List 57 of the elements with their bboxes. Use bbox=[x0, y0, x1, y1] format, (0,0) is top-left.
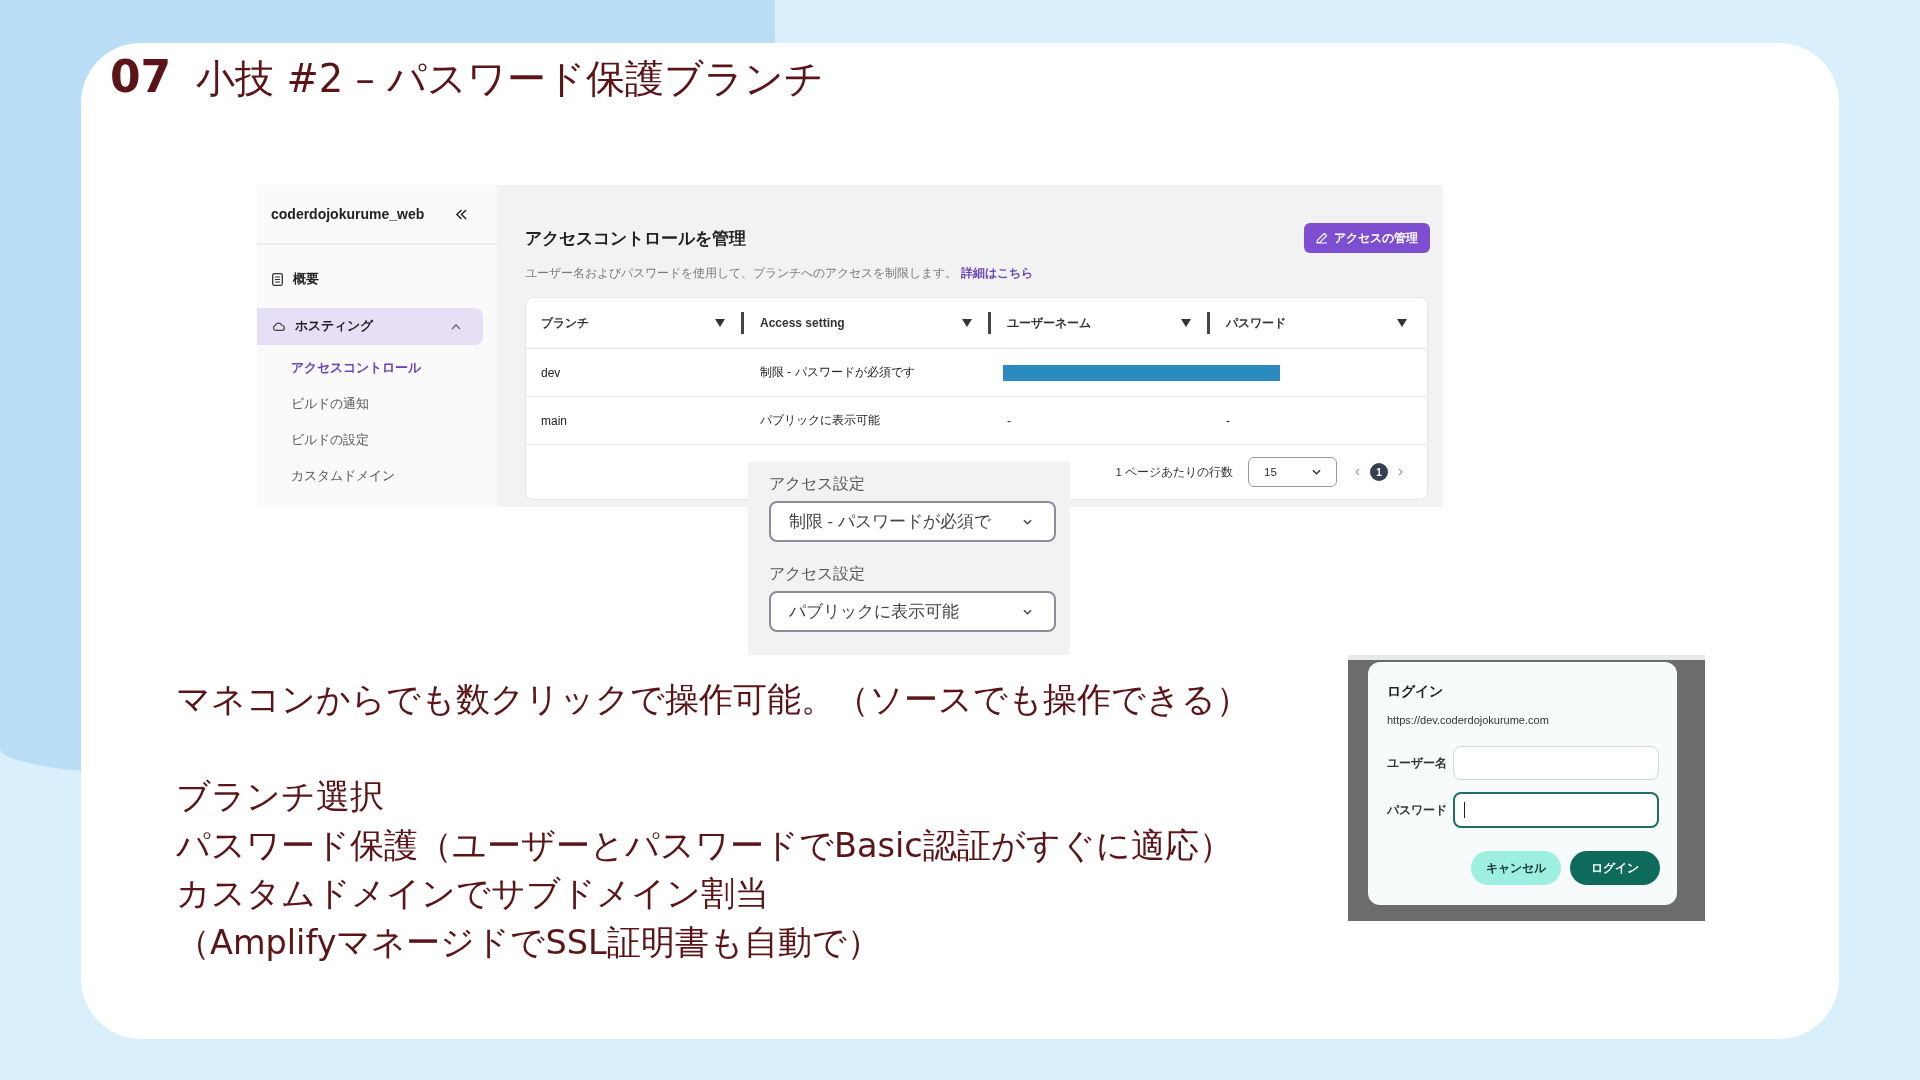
description-text: ユーザー名およびパスワードを使用して、ブランチへのアクセスを制限します。 詳細はこちら bbox=[525, 266, 1034, 281]
note-text: カスタムドメインでサブドメイン割当 bbox=[176, 873, 770, 915]
sidebar-item[interactable]: ホスティング bbox=[257, 308, 483, 345]
chevron-up-icon[interactable] bbox=[451, 323, 461, 330]
column-header[interactable]: Access setting bbox=[745, 298, 992, 348]
sidebar-item[interactable]: 概要 bbox=[257, 261, 483, 298]
access-setting-select[interactable]: 制限 - パスワードが必須で bbox=[769, 501, 1056, 542]
field-label: パスワード bbox=[1387, 801, 1448, 819]
column-header[interactable]: ブランチ bbox=[526, 298, 745, 348]
field-label: ユーザー名 bbox=[1387, 754, 1448, 772]
input-field[interactable] bbox=[1453, 792, 1659, 828]
note-text: マネコンからでも数クリックで操作可能。（ソースでも操作できる） bbox=[176, 679, 1251, 721]
column-header[interactable]: ユーザーネーム bbox=[992, 298, 1211, 348]
sidebar-subitem[interactable]: カスタムドメイン bbox=[257, 458, 497, 494]
slide-title: 小技 #2 – パスワード保護ブランチ bbox=[196, 55, 824, 103]
column-header[interactable]: パスワード bbox=[1211, 298, 1427, 348]
note-text: ブランチ選択 bbox=[176, 776, 385, 818]
note-text: （AmplifyマネージドでSSL証明書も自動で） bbox=[176, 921, 882, 964]
access-setting-select[interactable]: パブリックに表示可能 bbox=[769, 591, 1056, 632]
slide-number: 07 bbox=[110, 50, 172, 104]
table-cell-text: パブリックに表示可能 bbox=[759, 412, 881, 429]
sidebar-subitem[interactable]: ビルドの設定 bbox=[257, 422, 497, 458]
table-cell-text: - bbox=[1225, 412, 1231, 430]
double-chevron-left-icon[interactable] bbox=[455, 208, 468, 220]
page-title: アクセスコントロールを管理 bbox=[525, 227, 746, 250]
manage-access-button[interactable]: アクセスの管理 bbox=[1304, 223, 1430, 253]
table-cell-text: - bbox=[1006, 412, 1012, 430]
text-cursor-icon bbox=[1464, 802, 1465, 818]
field-label: アクセス設定 bbox=[769, 564, 866, 584]
cancel-button[interactable]: キャンセル bbox=[1471, 851, 1561, 885]
app-name: coderdojokurume_web bbox=[271, 206, 425, 222]
table-cell-text: 制限 - パスワードが必須です bbox=[759, 364, 916, 381]
rows-per-page-select[interactable]: 15 bbox=[1248, 457, 1337, 487]
rows-per-page-label: 1 ページあたりの行数 bbox=[1115, 464, 1233, 480]
chevron-down-icon[interactable] bbox=[1312, 469, 1321, 475]
learn-more-link[interactable]: 詳細はこちら bbox=[961, 267, 1033, 279]
chevron-left-icon[interactable] bbox=[1355, 468, 1360, 476]
caret-down-icon bbox=[715, 319, 725, 327]
table-cell-text: main bbox=[540, 412, 568, 430]
caret-down-icon bbox=[1397, 319, 1407, 327]
site-url: https://dev.coderdojokurume.com bbox=[1387, 713, 1550, 728]
cloud-icon bbox=[272, 322, 285, 331]
chevron-right-icon[interactable] bbox=[1398, 468, 1403, 476]
caret-down-icon bbox=[962, 319, 972, 327]
field-label: アクセス設定 bbox=[769, 474, 866, 494]
table-cell-text: dev bbox=[540, 364, 562, 382]
caret-down-icon bbox=[1181, 319, 1191, 327]
sidebar-subitem[interactable]: ビルドの通知 bbox=[257, 386, 497, 422]
login-button[interactable]: ログイン bbox=[1570, 851, 1660, 885]
dialog-title: ログイン bbox=[1387, 682, 1443, 701]
chevron-down-icon[interactable] bbox=[1023, 518, 1032, 525]
sidebar-subitem[interactable]: アクセスコントロール bbox=[257, 350, 497, 386]
document-icon bbox=[272, 273, 283, 286]
pencil-icon bbox=[1316, 232, 1328, 244]
note-text: パスワード保護（ユーザーとパスワードでBasic認証がすぐに適応） bbox=[176, 824, 1234, 867]
page-button[interactable]: 1 bbox=[1370, 463, 1388, 481]
chevron-down-icon[interactable] bbox=[1023, 608, 1032, 615]
